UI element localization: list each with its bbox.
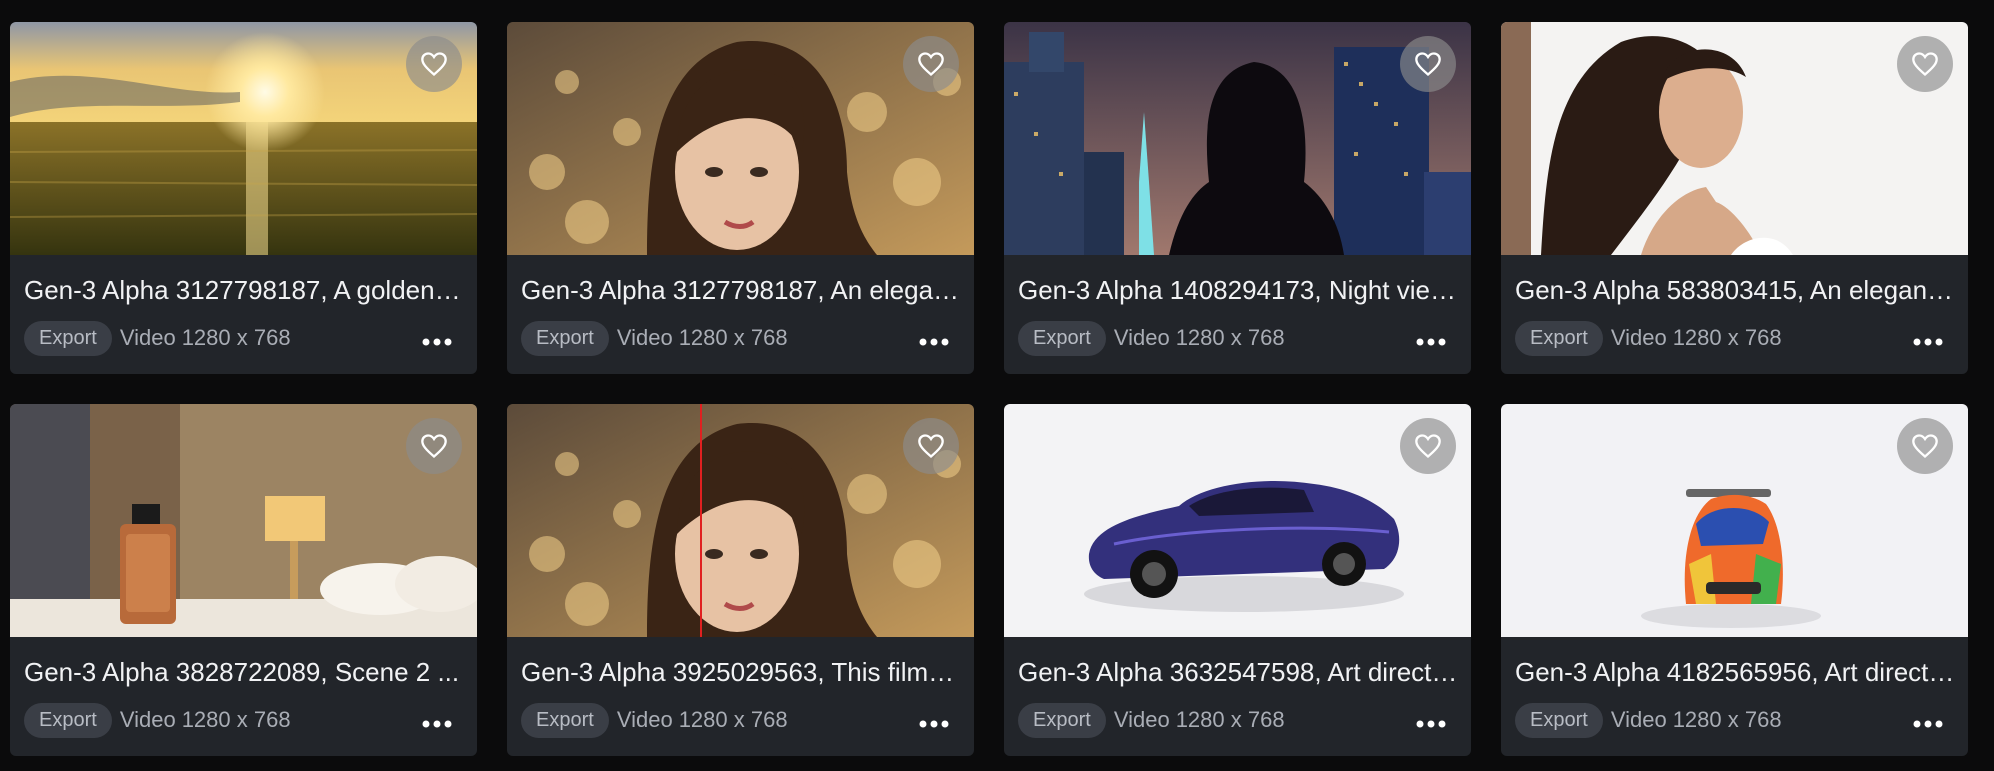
video-thumbnail[interactable]	[507, 404, 974, 637]
video-type: Video	[1113, 707, 1170, 732]
video-card[interactable]: Gen-3 Alpha 3127798187, An elegant ... E…	[507, 22, 974, 374]
video-meta: Export Video 1280 x 768	[1515, 320, 1782, 356]
video-type: Video	[1610, 707, 1667, 732]
favorite-button[interactable]	[1897, 418, 1953, 474]
heart-outline-icon	[421, 52, 447, 77]
more-horizontal-icon[interactable]	[1913, 720, 1943, 728]
more-horizontal-icon[interactable]	[1913, 338, 1943, 346]
more-horizontal-icon[interactable]	[1416, 338, 1446, 346]
video-meta: Export Video 1280 x 768	[1515, 702, 1782, 738]
more-horizontal-icon[interactable]	[1416, 720, 1446, 728]
more-horizontal-icon[interactable]	[919, 338, 949, 346]
video-type: Video	[616, 325, 673, 350]
favorite-button[interactable]	[903, 418, 959, 474]
video-resolution: 1280 x 768	[181, 707, 291, 732]
video-thumbnail[interactable]	[10, 22, 477, 255]
heart-outline-icon	[918, 434, 944, 459]
video-resolution: 1280 x 768	[1672, 707, 1782, 732]
video-card[interactable]: Gen-3 Alpha 583803415, An elegant ... Ex…	[1501, 22, 1968, 374]
favorite-button[interactable]	[406, 418, 462, 474]
export-button[interactable]: Export	[1018, 702, 1106, 738]
video-card[interactable]: Gen-3 Alpha 1408294173, Night view... Ex…	[1004, 22, 1471, 374]
video-thumbnail[interactable]	[1501, 22, 1968, 255]
video-resolution: 1280 x 768	[678, 707, 788, 732]
video-thumbnail[interactable]	[1004, 404, 1471, 637]
heart-outline-icon	[1912, 434, 1938, 459]
video-type: Video	[119, 707, 176, 732]
heart-outline-icon	[1415, 52, 1441, 77]
video-meta: Export Video 1280 x 768	[24, 702, 291, 738]
more-horizontal-icon[interactable]	[919, 720, 949, 728]
video-meta: Export Video 1280 x 768	[1018, 702, 1285, 738]
more-horizontal-icon[interactable]	[422, 720, 452, 728]
export-button[interactable]: Export	[521, 702, 609, 738]
heart-outline-icon	[918, 52, 944, 77]
favorite-button[interactable]	[1400, 36, 1456, 92]
video-type: Video	[1113, 325, 1170, 350]
favorite-button[interactable]	[1897, 36, 1953, 92]
video-title: Gen-3 Alpha 3127798187, A golden s...	[24, 275, 464, 305]
video-type: Video	[616, 707, 673, 732]
export-button[interactable]: Export	[24, 702, 112, 738]
video-thumbnail[interactable]	[507, 22, 974, 255]
export-button[interactable]: Export	[1515, 702, 1603, 738]
heart-outline-icon	[1415, 434, 1441, 459]
video-type: Video	[119, 325, 176, 350]
video-title: Gen-3 Alpha 583803415, An elegant ...	[1515, 275, 1955, 305]
export-button[interactable]: Export	[1515, 320, 1603, 356]
video-meta: Export Video 1280 x 768	[521, 702, 788, 738]
video-title: Gen-3 Alpha 3925029563, This film i...	[521, 657, 961, 687]
video-card[interactable]: Gen-3 Alpha 3127798187, A golden s... Ex…	[10, 22, 477, 374]
video-title: Gen-3 Alpha 4182565956, Art directi...	[1515, 657, 1955, 687]
heart-outline-icon	[1912, 52, 1938, 77]
video-thumbnail[interactable]	[1501, 404, 1968, 637]
video-card[interactable]: Gen-3 Alpha 4182565956, Art directi... E…	[1501, 404, 1968, 756]
more-horizontal-icon[interactable]	[422, 338, 452, 346]
video-thumbnail[interactable]	[1004, 22, 1471, 255]
video-thumbnail[interactable]	[10, 404, 477, 637]
favorite-button[interactable]	[406, 36, 462, 92]
video-resolution: 1280 x 768	[1175, 707, 1285, 732]
favorite-button[interactable]	[903, 36, 959, 92]
export-button[interactable]: Export	[24, 320, 112, 356]
video-meta: Export Video 1280 x 768	[24, 320, 291, 356]
heart-outline-icon	[421, 434, 447, 459]
video-resolution: 1280 x 768	[181, 325, 291, 350]
video-card[interactable]: Gen-3 Alpha 3925029563, This film i... E…	[507, 404, 974, 756]
video-resolution: 1280 x 768	[1672, 325, 1782, 350]
video-resolution: 1280 x 768	[678, 325, 788, 350]
video-title: Gen-3 Alpha 3127798187, An elegant ...	[521, 275, 961, 305]
video-title: Gen-3 Alpha 1408294173, Night view...	[1018, 275, 1458, 305]
video-title: Gen-3 Alpha 3828722089, Scene 2 ...	[24, 657, 460, 687]
video-title: Gen-3 Alpha 3632547598, Art directi...	[1018, 657, 1458, 687]
video-resolution: 1280 x 768	[1175, 325, 1285, 350]
video-card[interactable]: Gen-3 Alpha 3632547598, Art directi... E…	[1004, 404, 1471, 756]
favorite-button[interactable]	[1400, 418, 1456, 474]
video-meta: Export Video 1280 x 768	[1018, 320, 1285, 356]
video-card[interactable]: Gen-3 Alpha 3828722089, Scene 2 ... Expo…	[10, 404, 477, 756]
video-meta: Export Video 1280 x 768	[521, 320, 788, 356]
video-type: Video	[1610, 325, 1667, 350]
export-button[interactable]: Export	[521, 320, 609, 356]
export-button[interactable]: Export	[1018, 320, 1106, 356]
